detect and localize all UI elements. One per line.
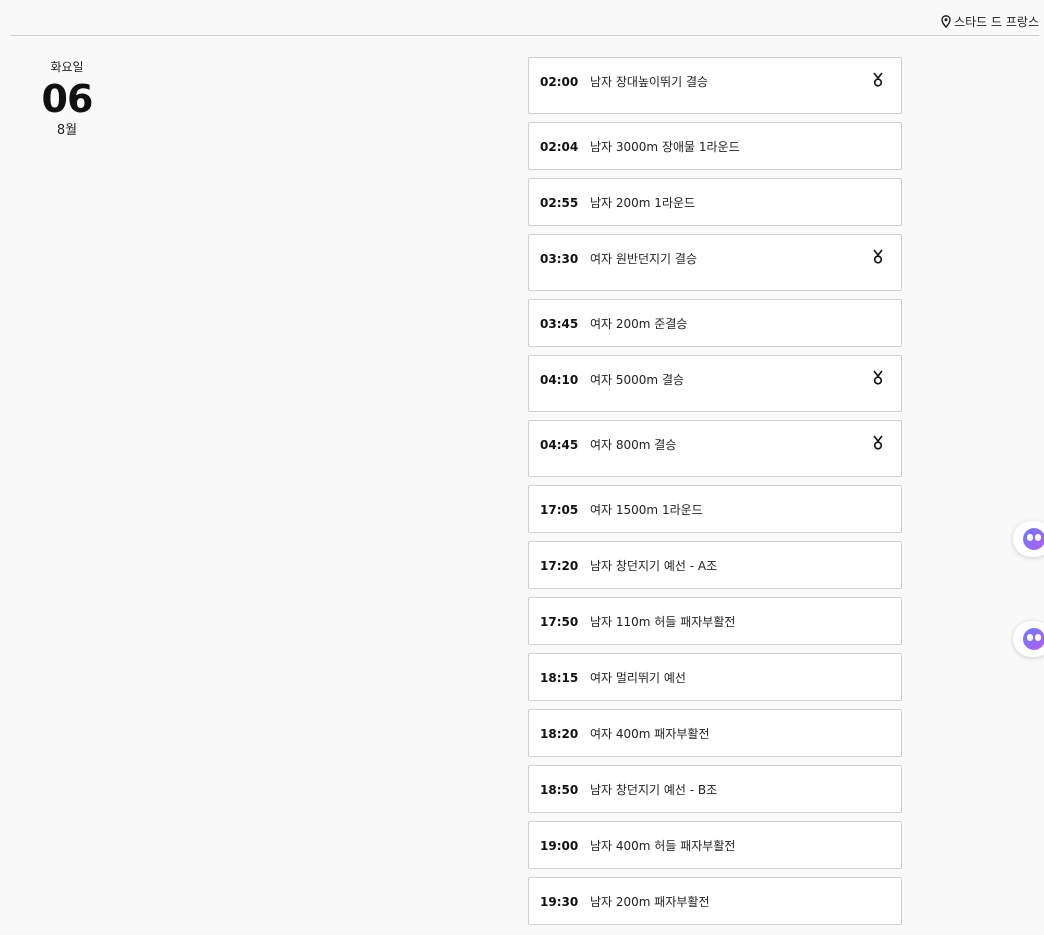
event-name: 남자 창던지기 예선 - B조 — [590, 783, 718, 797]
event-name: 여자 5000m 결승 — [590, 373, 685, 387]
date-block: 화요일 06 8월 — [22, 58, 112, 140]
event-row[interactable]: 02:00 남자 장대높이뛰기 결승 — [528, 57, 902, 114]
event-time: 19:30 — [540, 895, 579, 909]
event-row[interactable]: 18:15 여자 멀리뛰기 예선 — [528, 653, 902, 701]
chatbot-icon — [1023, 528, 1044, 550]
day-number: 06 — [41, 77, 94, 121]
event-time: 17:05 — [540, 503, 579, 517]
event-row[interactable]: 02:55 남자 200m 1라운드 — [528, 178, 902, 226]
event-name: 여자 200m 준결승 — [590, 317, 688, 331]
event-time: 02:55 — [540, 196, 579, 210]
event-row[interactable]: 17:50 남자 110m 허들 패자부활전 — [528, 597, 902, 645]
event-time: 02:04 — [540, 140, 579, 154]
event-name: 남자 장대높이뛰기 결승 — [590, 75, 709, 89]
event-row[interactable]: 17:05 여자 1500m 1라운드 — [528, 485, 902, 533]
event-name: 남자 110m 허들 패자부활전 — [590, 615, 736, 629]
weekday: 화요일 — [50, 60, 84, 74]
event-name: 남자 400m 허들 패자부활전 — [590, 839, 736, 853]
event-name: 여자 원반던지기 결승 — [590, 252, 697, 266]
event-name: 여자 멀리뛰기 예선 — [590, 671, 686, 685]
event-time: 17:50 — [540, 615, 579, 629]
event-time: 02:00 — [540, 75, 579, 89]
event-row[interactable]: 02:04 남자 3000m 장애물 1라운드 — [528, 122, 902, 170]
event-schedule-list: 02:00 남자 장대높이뛰기 결승 02:04 남자 3000m 장애물 1라운드 0… — [528, 57, 902, 933]
top-bar: 스타드 드 프랑스 — [10, 0, 1039, 36]
event-row[interactable]: 04:45 여자 800m 결승 — [528, 420, 902, 477]
venue-link[interactable]: 스타드 드 프랑스 — [941, 13, 1039, 30]
event-name: 여자 400m 패자부활전 — [590, 727, 710, 741]
chatbot-icon — [1023, 628, 1044, 650]
month: 8월 — [56, 123, 78, 138]
event-name: 남자 200m 패자부활전 — [590, 895, 710, 909]
event-row[interactable]: 17:20 남자 창던지기 예선 - A조 — [528, 541, 902, 589]
event-time: 18:15 — [540, 671, 579, 685]
event-row[interactable]: 19:00 남자 400m 허들 패자부활전 — [528, 821, 902, 869]
medal-icon — [872, 435, 884, 451]
event-row[interactable]: 03:45 여자 200m 준결승 — [528, 299, 902, 347]
medal-icon — [872, 249, 884, 265]
event-time: 18:20 — [540, 727, 579, 741]
event-time: 04:10 — [540, 373, 579, 387]
event-row[interactable]: 18:20 여자 400m 패자부활전 — [528, 709, 902, 757]
event-time: 04:45 — [540, 438, 579, 452]
assistant-chat-button[interactable] — [1013, 521, 1044, 557]
event-name: 남자 3000m 장애물 1라운드 — [590, 140, 740, 154]
event-time: 03:45 — [540, 317, 579, 331]
medal-icon — [872, 72, 884, 88]
event-name: 남자 창던지기 예선 - A조 — [590, 559, 718, 573]
event-time: 03:30 — [540, 252, 579, 266]
event-name: 남자 200m 1라운드 — [590, 196, 696, 210]
event-time: 18:50 — [540, 783, 579, 797]
venue-name: 스타드 드 프랑스 — [954, 15, 1039, 29]
event-name: 여자 800m 결승 — [590, 438, 677, 452]
event-time: 19:00 — [540, 839, 579, 853]
event-name: 여자 1500m 1라운드 — [590, 503, 703, 517]
event-row[interactable]: 04:10 여자 5000m 결승 — [528, 355, 902, 412]
medal-icon — [872, 370, 884, 386]
assistant-chat-button-secondary[interactable] — [1013, 621, 1044, 657]
event-row[interactable]: 03:30 여자 원반던지기 결승 — [528, 234, 902, 291]
event-time: 17:20 — [540, 559, 579, 573]
event-row[interactable]: 19:30 남자 200m 패자부활전 — [528, 877, 902, 925]
location-pin-icon — [941, 15, 951, 28]
event-row[interactable]: 18:50 남자 창던지기 예선 - B조 — [528, 765, 902, 813]
